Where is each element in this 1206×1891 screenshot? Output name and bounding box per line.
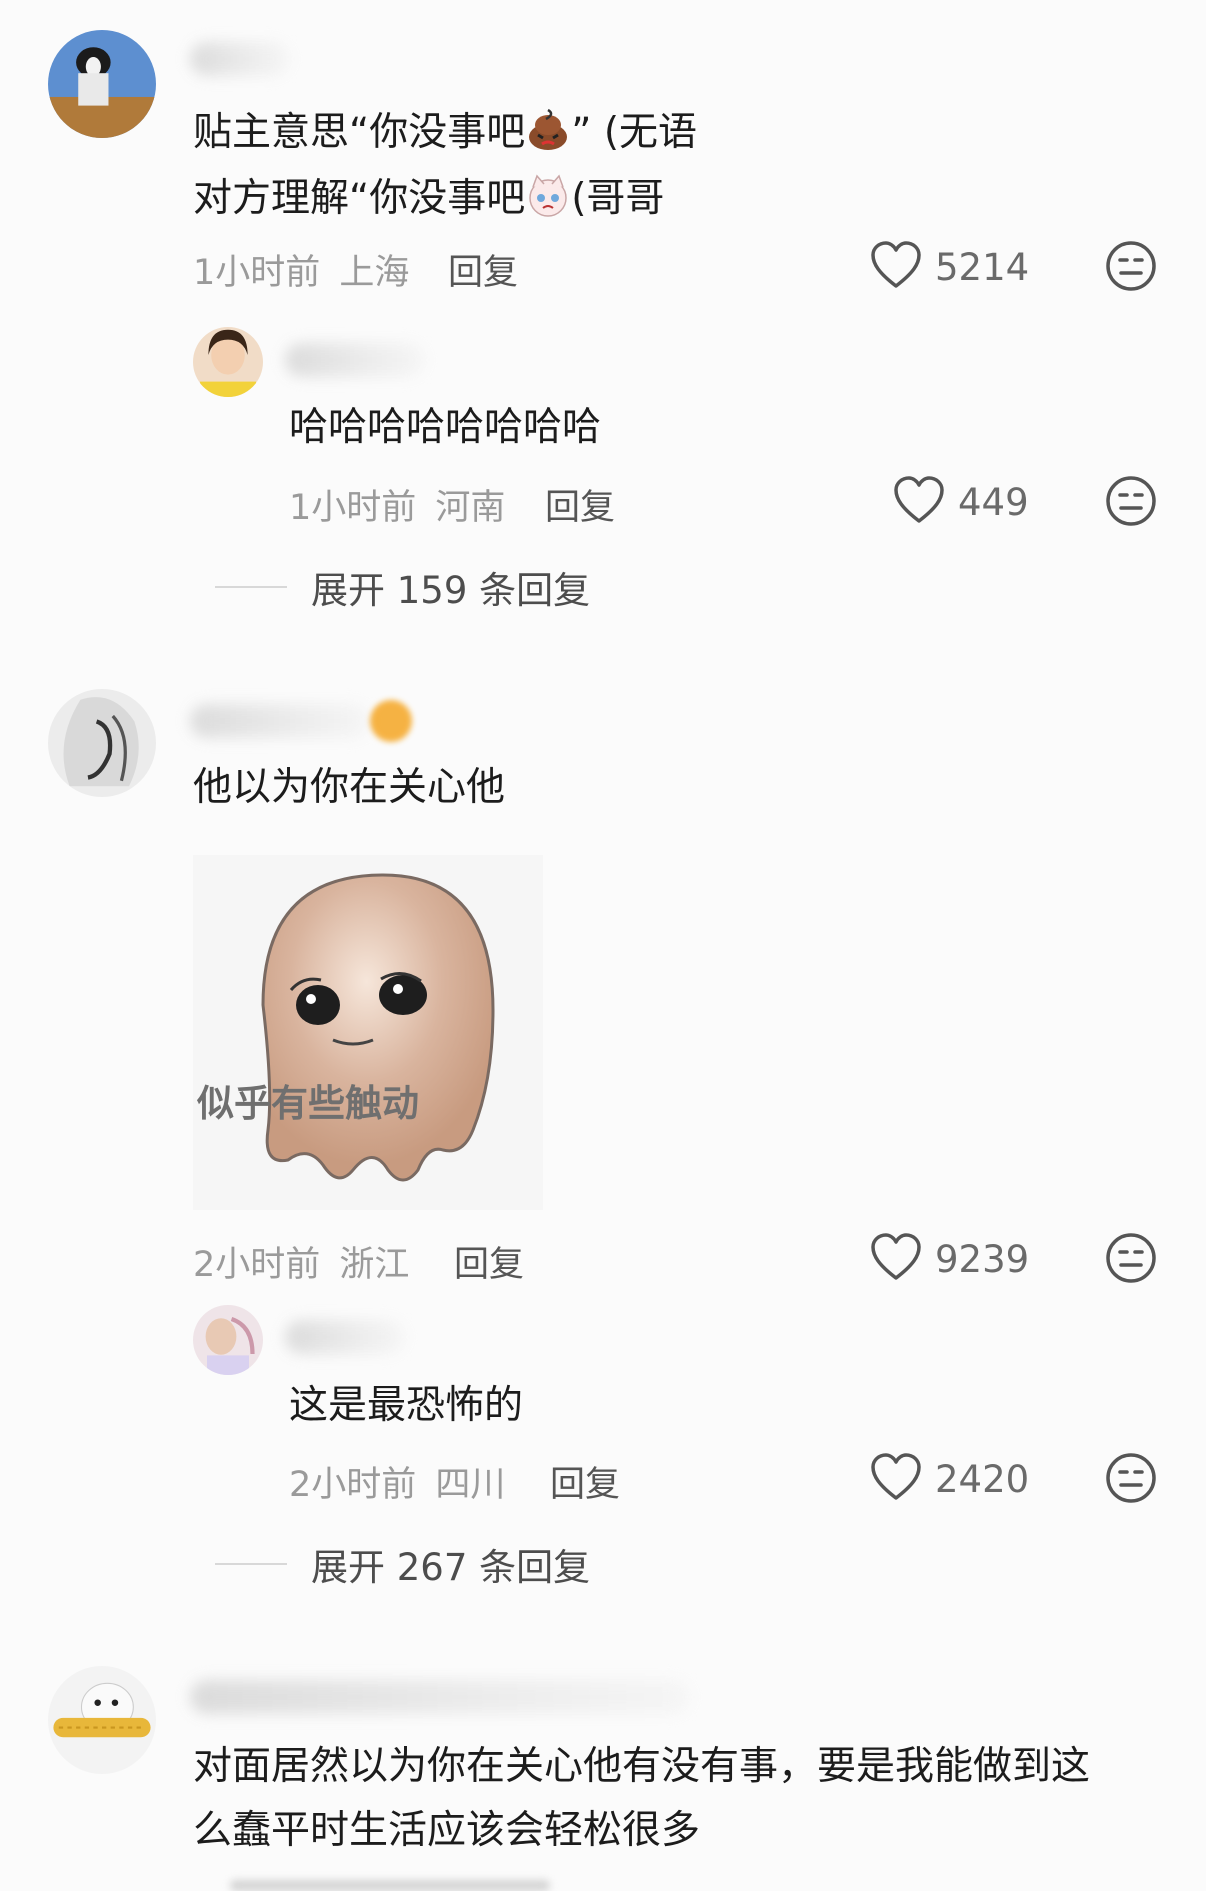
- heart-outline-icon: [869, 1452, 923, 1506]
- timestamp: 1小时前: [289, 488, 417, 528]
- reply-button[interactable]: 回复: [454, 1236, 524, 1287]
- location: 四川: [435, 1465, 506, 1505]
- poop-emoji-icon: [525, 107, 571, 153]
- divider-line: [215, 586, 287, 588]
- orange-badge-icon: [370, 700, 412, 742]
- like-count: 5214: [935, 245, 1030, 289]
- username-blurred[interactable]: [285, 1320, 405, 1354]
- comment-meta: 2小时前 浙江: [193, 1236, 409, 1287]
- like-count: 449: [958, 480, 1029, 524]
- username-blurred[interactable]: [285, 343, 425, 377]
- reply-button[interactable]: 回复: [550, 1456, 620, 1507]
- heart-outline-icon: [869, 240, 923, 294]
- reply-avatar[interactable]: [193, 327, 263, 397]
- timestamp: 1小时前: [193, 253, 321, 293]
- blurred-image-edge: [230, 1880, 550, 1891]
- username-blurred[interactable]: [190, 42, 290, 76]
- crying-cat-emoji-icon: [525, 173, 571, 219]
- comment-text: 贴主意思“你没事吧” (无语: [193, 107, 697, 153]
- like-button[interactable]: 449: [892, 475, 1029, 529]
- expand-replies-label: 展开 159 条回复: [311, 569, 591, 612]
- comment-text: 他以为你在关心他: [193, 765, 506, 810]
- sticker-caption: 似乎有些触动: [197, 1082, 419, 1125]
- heart-outline-icon: [892, 475, 946, 529]
- location: 浙江: [339, 1245, 410, 1285]
- reply-meta: 2小时前 四川: [289, 1456, 505, 1507]
- meh-face-icon: [1105, 1233, 1157, 1288]
- like-button[interactable]: 5214: [869, 240, 1029, 294]
- reply-button[interactable]: 回复: [448, 244, 518, 295]
- timestamp: 2小时前: [193, 1245, 321, 1285]
- like-count: 2420: [935, 1457, 1030, 1501]
- reply-button[interactable]: 回复: [545, 479, 615, 530]
- dislike-button[interactable]: [1105, 1232, 1157, 1288]
- dislike-button[interactable]: [1105, 1452, 1157, 1508]
- username-blurred[interactable]: [190, 1680, 690, 1714]
- expand-replies-button[interactable]: 展开 159 条回复: [215, 560, 590, 614]
- divider-line: [215, 1563, 287, 1565]
- expand-replies-button[interactable]: 展开 267 条回复: [215, 1537, 590, 1591]
- comment-text: 对方理解“你没事吧 (哥哥: [193, 173, 664, 219]
- reply-text: 哈哈哈哈哈哈哈哈: [289, 405, 602, 450]
- location: 河南: [435, 488, 506, 528]
- avatar[interactable]: [48, 1666, 156, 1774]
- location: 上海: [339, 253, 410, 293]
- reply-meta: 1小时前 河南: [289, 479, 505, 530]
- comment-text: 对面居然以为你在关心他有没有事，要是我能做到这: [193, 1744, 1091, 1789]
- dislike-button[interactable]: [1105, 240, 1157, 296]
- username-blurred[interactable]: [190, 704, 370, 738]
- like-button[interactable]: 2420: [869, 1452, 1029, 1506]
- timestamp: 2小时前: [289, 1465, 417, 1505]
- like-button[interactable]: 9239: [869, 1232, 1029, 1286]
- meh-face-icon: [1105, 241, 1157, 296]
- heart-outline-icon: [869, 1232, 923, 1286]
- dislike-button[interactable]: [1105, 475, 1157, 531]
- avatar[interactable]: [48, 689, 156, 797]
- like-count: 9239: [935, 1237, 1030, 1281]
- avatar[interactable]: [48, 30, 156, 138]
- meh-face-icon: [1105, 476, 1157, 531]
- sticker-image[interactable]: 似乎有些触动: [193, 855, 543, 1210]
- bald-octopus-sticker: [261, 873, 495, 1182]
- reply-avatar[interactable]: [193, 1305, 263, 1375]
- comment-meta: 1小时前 上海: [193, 244, 409, 295]
- meh-face-icon: [1105, 1453, 1157, 1508]
- comment-text: 么蠢平时生活应该会轻松很多: [193, 1808, 701, 1853]
- reply-text: 这是最恐怖的: [289, 1383, 524, 1428]
- expand-replies-label: 展开 267 条回复: [311, 1546, 591, 1589]
